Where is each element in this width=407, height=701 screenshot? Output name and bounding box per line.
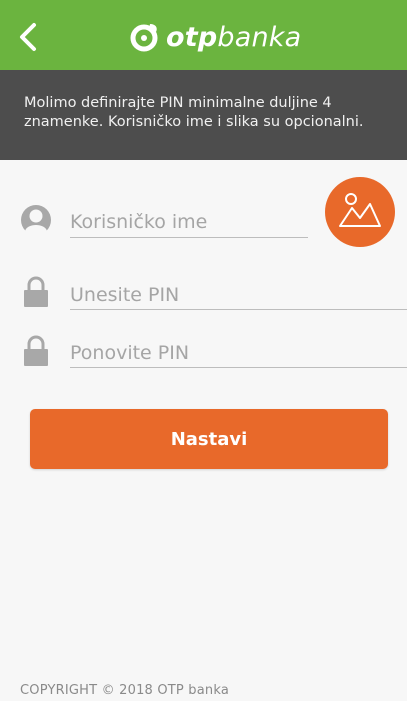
add-photo-button[interactable] — [325, 177, 395, 247]
user-avatar-icon — [20, 204, 52, 240]
lock-icon — [23, 276, 49, 312]
pin-input[interactable] — [70, 281, 400, 309]
pin-instructions: Molimo definirajte PIN minimalne duljine… — [0, 70, 407, 160]
brand-logo: otpbanka — [130, 20, 301, 54]
copyright-text: COPYRIGHT © 2018 OTP banka — [20, 683, 230, 698]
image-icon — [339, 193, 381, 227]
lock-icon — [23, 335, 49, 371]
back-chevron-icon[interactable] — [14, 20, 44, 54]
continue-button[interactable]: Nastavi — [30, 409, 388, 469]
pin-repeat-underline — [70, 367, 407, 368]
username-underline — [70, 237, 308, 238]
otp-logo-icon — [130, 24, 158, 52]
brand-name: otpbanka — [166, 22, 301, 53]
username-input[interactable] — [70, 208, 306, 236]
pin-underline — [70, 309, 407, 310]
brand-name-bold: otp — [166, 21, 218, 53]
brand-name-light: banka — [217, 21, 302, 53]
app-header: otpbanka — [0, 0, 407, 70]
pin-repeat-input[interactable] — [70, 339, 400, 367]
